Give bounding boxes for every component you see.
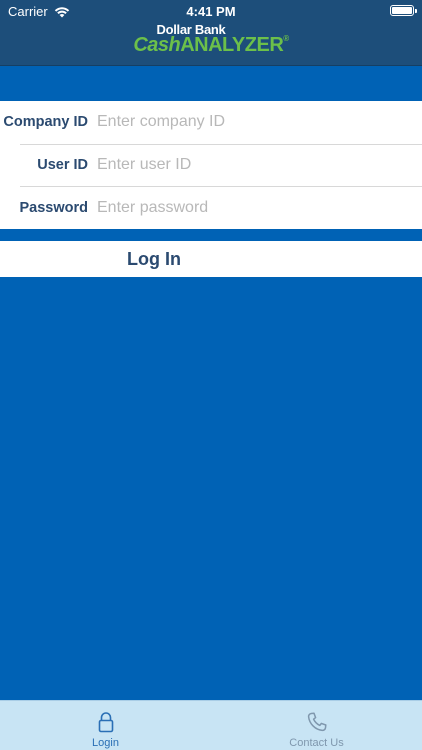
password-label: Password xyxy=(19,199,89,216)
password-field[interactable] xyxy=(97,198,422,217)
log-in-button-label: Log In xyxy=(127,248,181,269)
company-id-field[interactable] xyxy=(97,113,422,132)
lock-icon xyxy=(98,712,113,733)
logo-analyzer: ANALYZER xyxy=(180,34,284,56)
tab-contact-us-label: Contact Us xyxy=(289,737,344,749)
phone-icon xyxy=(307,712,327,732)
tab-contact-us[interactable]: Contact Us xyxy=(211,701,422,750)
password-row: Password xyxy=(0,186,422,229)
tab-bar: Login Contact Us xyxy=(0,700,422,750)
battery-icon xyxy=(390,5,417,16)
dollar-bank-logo: Dollar Bank CashANALYZER® xyxy=(0,23,422,55)
tab-login-label: Login xyxy=(92,737,119,749)
login-screen: Carrier 4:41 PM Dollar Bank CashANALYZER… xyxy=(0,0,422,750)
logo-cash-analyzer: CashANALYZER® xyxy=(0,34,422,56)
user-id-field[interactable] xyxy=(97,155,422,174)
app-header: Carrier 4:41 PM Dollar Bank CashANALYZER… xyxy=(0,0,422,66)
company-id-row: Company ID xyxy=(0,101,422,144)
logo-registered-mark: ® xyxy=(283,34,289,43)
log-in-button[interactable]: Log In xyxy=(0,241,422,277)
tab-login[interactable]: Login xyxy=(0,701,211,750)
status-bar: Carrier 4:41 PM xyxy=(0,0,422,22)
company-id-label: Company ID xyxy=(3,114,88,131)
logo-cash: Cash xyxy=(133,34,181,56)
user-id-row: User ID xyxy=(0,143,422,187)
user-id-label: User ID xyxy=(37,156,88,173)
login-form: Company ID User ID Password xyxy=(0,101,422,229)
status-time: 4:41 PM xyxy=(186,4,236,19)
